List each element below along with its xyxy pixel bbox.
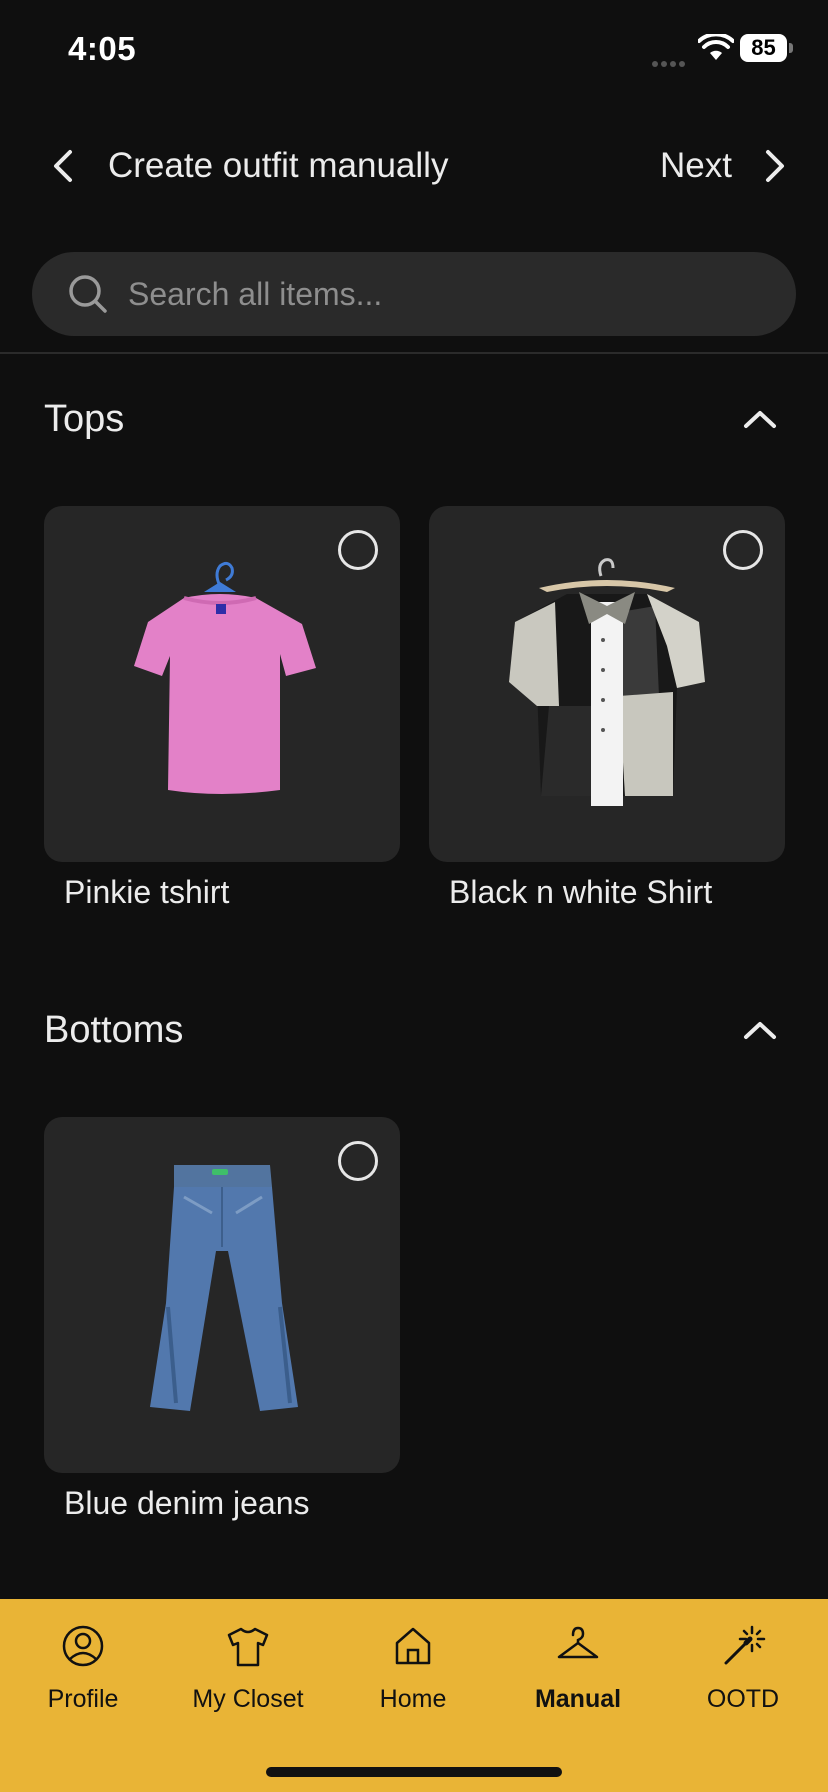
section-header-bottoms: Bottoms: [0, 1003, 828, 1063]
collapse-button[interactable]: [736, 396, 784, 444]
item-label: Pinkie tshirt: [64, 874, 230, 910]
bottom-nav: Profile My Closet Home Manual OOTD: [0, 1599, 828, 1792]
search-input[interactable]: [128, 275, 772, 313]
search-bar[interactable]: [32, 252, 796, 336]
nav-label: Home: [379, 1685, 447, 1713]
nav-item-manual[interactable]: Manual: [495, 1623, 661, 1723]
section-title: Tops: [44, 398, 125, 440]
section-header-tops: Tops: [0, 392, 828, 452]
magic-wand-icon: [724, 1625, 766, 1665]
chevron-left-icon: [54, 150, 72, 182]
battery-icon: 85: [740, 34, 793, 62]
item-label: Blue denim jeans: [64, 1485, 310, 1521]
collapse-button[interactable]: [736, 1007, 784, 1055]
home-icon: [395, 1627, 431, 1665]
nav-item-profile[interactable]: Profile: [0, 1623, 166, 1723]
next-button[interactable]: Next: [660, 138, 792, 194]
chevron-right-icon: [766, 150, 784, 182]
nav-label: OOTD: [706, 1685, 780, 1713]
nav-label: Manual: [534, 1685, 622, 1713]
cellular-signal-icon: [652, 54, 690, 67]
page-title: Create outfit manually: [108, 146, 449, 185]
chevron-up-icon: [744, 411, 776, 428]
nav-item-home[interactable]: Home: [330, 1623, 496, 1723]
next-label: Next: [660, 146, 732, 185]
tshirt-icon: [227, 1627, 269, 1667]
section-title: Bottoms: [44, 1009, 184, 1051]
item-card[interactable]: [44, 1117, 400, 1473]
back-button[interactable]: [40, 142, 88, 190]
battery-level: 85: [751, 35, 776, 60]
search-icon: [69, 275, 107, 313]
header: Create outfit manually Next: [0, 120, 828, 214]
chevron-up-icon: [744, 1022, 776, 1039]
divider: [0, 352, 828, 354]
item-label: Black n white Shirt: [449, 874, 713, 910]
item-card[interactable]: [44, 506, 400, 862]
select-radio[interactable]: [338, 530, 378, 570]
nav-item-ootd[interactable]: OOTD: [660, 1623, 826, 1723]
select-radio[interactable]: [338, 1141, 378, 1181]
nav-label: Profile: [47, 1685, 119, 1713]
home-indicator: [266, 1767, 562, 1777]
item-card[interactable]: [429, 506, 785, 862]
status-time: 4:05: [68, 30, 137, 67]
select-radio[interactable]: [723, 530, 763, 570]
nav-label: My Closet: [192, 1685, 304, 1713]
status-bar: 4:05 85: [0, 0, 828, 100]
nav-item-my-closet[interactable]: My Closet: [165, 1623, 331, 1723]
wifi-icon: [698, 34, 734, 60]
hanger-icon: [557, 1626, 599, 1659]
profile-icon: [62, 1625, 104, 1667]
